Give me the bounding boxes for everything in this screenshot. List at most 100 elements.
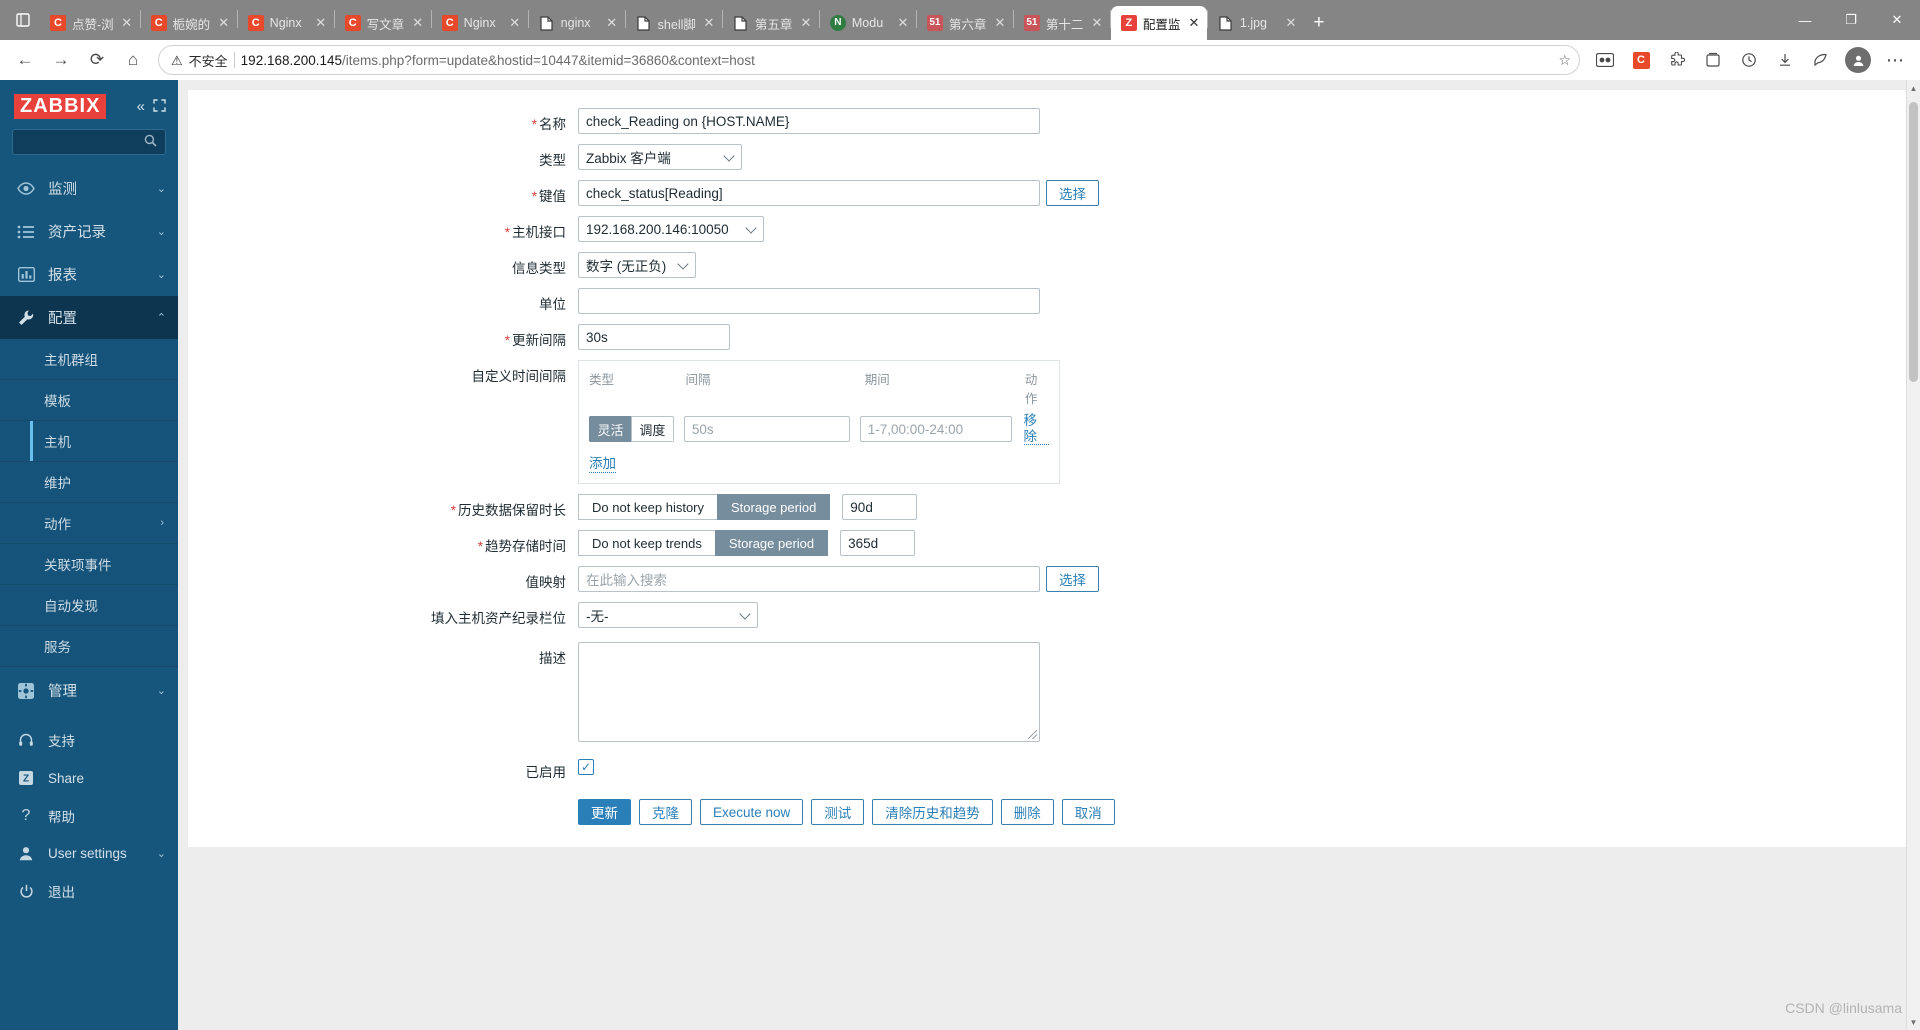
close-tab-icon[interactable]: ✕ bbox=[120, 15, 134, 31]
clear-history-button[interactable]: 清除历史和趋势 bbox=[872, 799, 993, 826]
name-input[interactable]: check_Reading on {HOST.NAME} bbox=[578, 108, 1040, 134]
minimize-button[interactable]: — bbox=[1782, 0, 1828, 40]
site-app-icon[interactable]: C bbox=[1624, 43, 1658, 77]
close-tab-icon[interactable]: ✕ bbox=[605, 15, 619, 31]
interval-remove-link[interactable]: 移除 bbox=[1023, 413, 1049, 446]
history-do-not-keep[interactable]: Do not keep history bbox=[578, 494, 719, 521]
sidebar-item-configuration[interactable]: 配置 ⌃ bbox=[0, 296, 178, 339]
host-interface-select[interactable]: 192.168.200.146:10050 bbox=[578, 216, 764, 242]
browser-tab[interactable]: C 写文章 ✕ bbox=[335, 6, 431, 40]
cancel-button[interactable]: 取消 bbox=[1061, 799, 1115, 826]
sidebar-subitem[interactable]: 动作 › bbox=[0, 503, 178, 544]
browser-tab[interactable]: 第五章 ✕ bbox=[723, 6, 819, 40]
browser-tab[interactable]: 51 第十二 ✕ bbox=[1014, 6, 1110, 40]
browser-tab[interactable]: C Nginx ✕ bbox=[238, 6, 334, 40]
close-tab-icon[interactable]: ✕ bbox=[217, 15, 231, 31]
sidebar-subitem[interactable]: 维护 bbox=[0, 462, 178, 503]
browser-tab[interactable]: 1.jpg ✕ bbox=[1208, 6, 1304, 40]
sidebar-item-signout[interactable]: 退出 bbox=[0, 871, 178, 911]
interval-mode-scheduling[interactable]: 调度 bbox=[630, 416, 674, 443]
extensions-icon[interactable] bbox=[1660, 43, 1694, 77]
sidebar-item-inventory[interactable]: 资产记录 ⌄ bbox=[0, 210, 178, 253]
history-storage-period[interactable]: Storage period bbox=[717, 494, 831, 521]
history-mode-toggle[interactable]: Do not keep history Storage period bbox=[578, 494, 831, 521]
sidebar-item-share[interactable]: Z Share bbox=[0, 760, 178, 796]
trends-value-input[interactable]: 365d bbox=[840, 530, 916, 557]
page-scrollbar[interactable]: ▲ ▼ bbox=[1906, 80, 1920, 1030]
scrollbar-thumb[interactable] bbox=[1909, 102, 1918, 382]
trends-mode-toggle[interactable]: Do not keep trends Storage period bbox=[578, 530, 829, 557]
collapse-sidebar-icon[interactable]: « bbox=[137, 98, 145, 115]
sidebar-subitem[interactable]: 主机 bbox=[0, 421, 178, 462]
inventory-field-select[interactable]: -无- bbox=[578, 602, 758, 629]
scroll-up-arrow[interactable]: ▲ bbox=[1907, 80, 1920, 96]
tab-search-icon[interactable] bbox=[6, 0, 40, 40]
close-tab-icon[interactable]: ✕ bbox=[702, 15, 716, 31]
sidebar-item-support[interactable]: 支持 bbox=[0, 720, 178, 760]
interval-period-input[interactable]: 1-7,00:00-24:00 bbox=[859, 416, 1012, 443]
sidebar-subitem[interactable]: 服务 bbox=[0, 626, 178, 667]
home-button[interactable]: ⌂ bbox=[116, 43, 150, 77]
maximize-button[interactable]: ❐ bbox=[1828, 0, 1874, 40]
browser-tab[interactable]: C 点赞-浏 ✕ bbox=[40, 6, 140, 40]
forward-button[interactable]: → bbox=[44, 43, 78, 77]
browser-tab[interactable]: shell脚 ✕ bbox=[626, 6, 722, 40]
test-button[interactable]: 测试 bbox=[811, 799, 865, 826]
browser-tab[interactable]: C 栀婉的 ✕ bbox=[141, 6, 237, 40]
split-screen-icon[interactable] bbox=[1588, 43, 1622, 77]
sidebar-subitem[interactable]: 关联项事件 bbox=[0, 544, 178, 585]
close-tab-icon[interactable]: ✕ bbox=[508, 15, 522, 31]
reload-button[interactable]: ⟳ bbox=[80, 43, 114, 77]
clone-button[interactable]: 克隆 bbox=[639, 799, 692, 826]
units-input[interactable] bbox=[578, 288, 1040, 314]
close-tab-icon[interactable]: ✕ bbox=[1187, 15, 1201, 31]
zabbix-logo[interactable]: ZABBIX bbox=[14, 94, 107, 119]
interval-add-link[interactable]: 添加 bbox=[589, 456, 616, 473]
interval-value-input[interactable]: 50s bbox=[683, 416, 850, 443]
sidebar-item-monitoring[interactable]: 监测 ⌄ bbox=[0, 167, 178, 210]
profile-avatar[interactable] bbox=[1845, 47, 1871, 73]
favorite-icon[interactable]: ☆ bbox=[1558, 52, 1571, 69]
close-tab-icon[interactable]: ✕ bbox=[896, 15, 910, 31]
close-tab-icon[interactable]: ✕ bbox=[1284, 15, 1298, 31]
value-map-select-button[interactable]: 选择 bbox=[1046, 566, 1099, 593]
search-icon[interactable] bbox=[144, 134, 157, 150]
history-value-input[interactable]: 90d bbox=[842, 494, 918, 521]
close-tab-icon[interactable]: ✕ bbox=[799, 15, 813, 31]
update-button[interactable]: 更新 bbox=[578, 799, 631, 826]
scroll-down-arrow[interactable]: ▼ bbox=[1907, 1014, 1920, 1030]
update-interval-input[interactable]: 30s bbox=[578, 324, 730, 350]
collections-icon[interactable] bbox=[1696, 43, 1730, 77]
browser-tab-active[interactable]: Z 配置监 ✕ bbox=[1110, 6, 1207, 40]
key-select-button[interactable]: 选择 bbox=[1046, 180, 1099, 206]
history-icon[interactable] bbox=[1732, 43, 1766, 77]
sidebar-subitem[interactable]: 模板 bbox=[0, 380, 178, 421]
type-select[interactable]: Zabbix 客户端 bbox=[578, 144, 742, 170]
sidebar-item-help[interactable]: ? 帮助 bbox=[0, 796, 178, 836]
downloads-icon[interactable] bbox=[1768, 43, 1802, 77]
trends-do-not-keep[interactable]: Do not keep trends bbox=[578, 530, 716, 557]
trends-storage-period[interactable]: Storage period bbox=[714, 530, 829, 557]
close-tab-icon[interactable]: ✕ bbox=[411, 15, 425, 31]
close-tab-icon[interactable]: ✕ bbox=[314, 15, 328, 31]
browser-tab[interactable]: nginx ✕ bbox=[529, 6, 625, 40]
close-tab-icon[interactable]: ✕ bbox=[1090, 15, 1104, 31]
address-bar[interactable]: ⚠ 不安全 192.168.200.145/items.php?form=upd… bbox=[158, 45, 1580, 75]
new-tab-button[interactable]: + bbox=[1304, 6, 1334, 40]
value-map-input[interactable]: 在此输入搜索 bbox=[578, 566, 1040, 593]
interval-mode-flexible[interactable]: 灵活 bbox=[589, 416, 632, 443]
sidebar-item-reports[interactable]: 报表 ⌄ bbox=[0, 253, 178, 296]
info-type-select[interactable]: 数字 (无正负) bbox=[578, 252, 696, 278]
close-tab-icon[interactable]: ✕ bbox=[993, 15, 1007, 31]
more-options-button[interactable]: ⋯ bbox=[1878, 43, 1912, 77]
browser-tab[interactable]: 51 第六章 ✕ bbox=[917, 6, 1013, 40]
browser-tab[interactable]: N Modu ✕ bbox=[820, 6, 916, 40]
delete-button[interactable]: 删除 bbox=[1000, 799, 1054, 826]
browser-essentials-icon[interactable] bbox=[1804, 43, 1838, 77]
interval-mode-toggle[interactable]: 灵活 调度 bbox=[589, 416, 674, 443]
key-input[interactable]: check_status[Reading] bbox=[578, 180, 1040, 206]
close-window-button[interactable]: ✕ bbox=[1874, 0, 1920, 40]
enabled-checkbox[interactable]: ✓ bbox=[578, 759, 594, 776]
sidebar-item-user-settings[interactable]: User settings ⌄ bbox=[0, 836, 178, 871]
sidebar-subitem[interactable]: 主机群组 bbox=[0, 339, 178, 380]
